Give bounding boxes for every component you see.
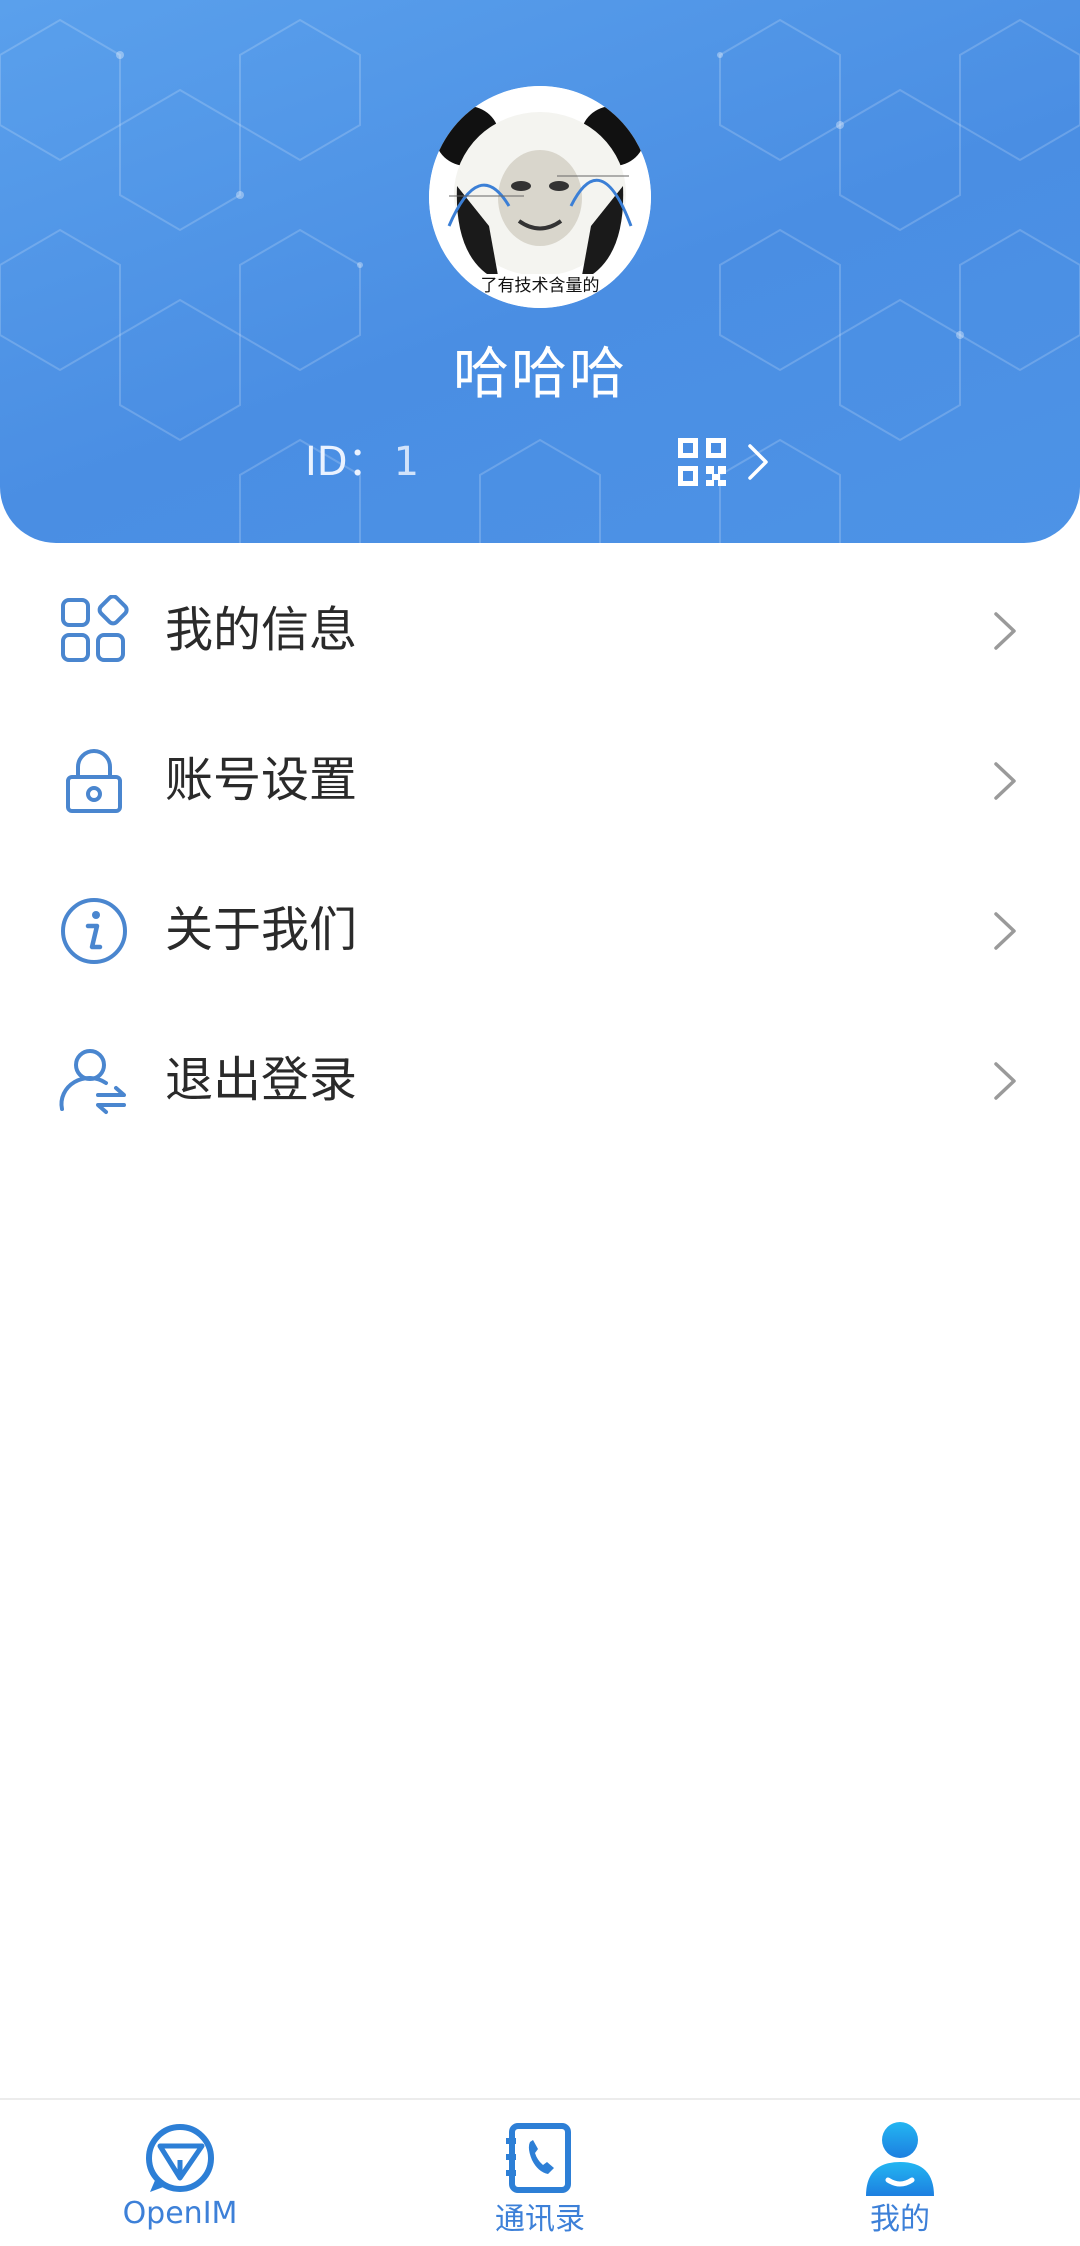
menu-item-label: 我的信息	[165, 602, 358, 658]
id-label: ID：	[305, 439, 388, 485]
qr-code-button[interactable]	[678, 432, 798, 492]
avatar[interactable]: 了有技术含量的	[429, 86, 651, 308]
tab-mine[interactable]: 我的	[770, 2100, 1030, 2246]
menu-item-label: 账号设置	[165, 752, 358, 808]
lock-icon	[58, 745, 130, 817]
chevron-right-icon	[748, 444, 768, 480]
chevron-right-icon	[990, 1058, 1020, 1104]
tab-label: OpenIM	[122, 2196, 238, 2231]
nickname: 哈哈哈	[453, 342, 627, 407]
panda-meme-avatar: 了有技术含量的	[429, 86, 651, 308]
user-switch-icon	[58, 1045, 130, 1117]
svg-text:了有技术含量的: 了有技术含量的	[481, 276, 600, 296]
tab-contacts[interactable]: 通讯录	[410, 2100, 670, 2246]
qr-code-icon	[678, 438, 726, 486]
tab-label: 通讯录	[495, 2202, 585, 2237]
menu-item-logout[interactable]: 退出登录	[0, 1005, 1080, 1155]
settings-menu: 我的信息 账号设置 关于我们 退出登录	[0, 555, 1080, 1155]
chevron-right-icon	[990, 608, 1020, 654]
menu-item-label: 关于我们	[165, 902, 358, 958]
menu-item-label: 退出登录	[165, 1052, 358, 1108]
chevron-right-icon	[990, 758, 1020, 804]
menu-item-my-info[interactable]: 我的信息	[0, 555, 1080, 705]
person-icon	[866, 2122, 934, 2196]
profile-header: 了有技术含量的 哈哈哈 ID： 1	[0, 0, 1080, 543]
tab-label: 我的	[870, 2202, 930, 2237]
tab-openim[interactable]: OpenIM	[50, 2100, 310, 2246]
user-id-row: ID： 1	[305, 432, 419, 492]
contacts-book-icon	[506, 2123, 571, 2193]
info-icon	[58, 895, 130, 967]
apps-grid-icon	[58, 595, 130, 667]
menu-item-about-us[interactable]: 关于我们	[0, 855, 1080, 1005]
chevron-right-icon	[990, 908, 1020, 954]
menu-item-account-settings[interactable]: 账号设置	[0, 705, 1080, 855]
openim-logo-icon	[146, 2124, 214, 2192]
bottom-tab-bar: OpenIM 通讯录 我的	[0, 2098, 1080, 2246]
id-value: 1	[393, 439, 420, 485]
